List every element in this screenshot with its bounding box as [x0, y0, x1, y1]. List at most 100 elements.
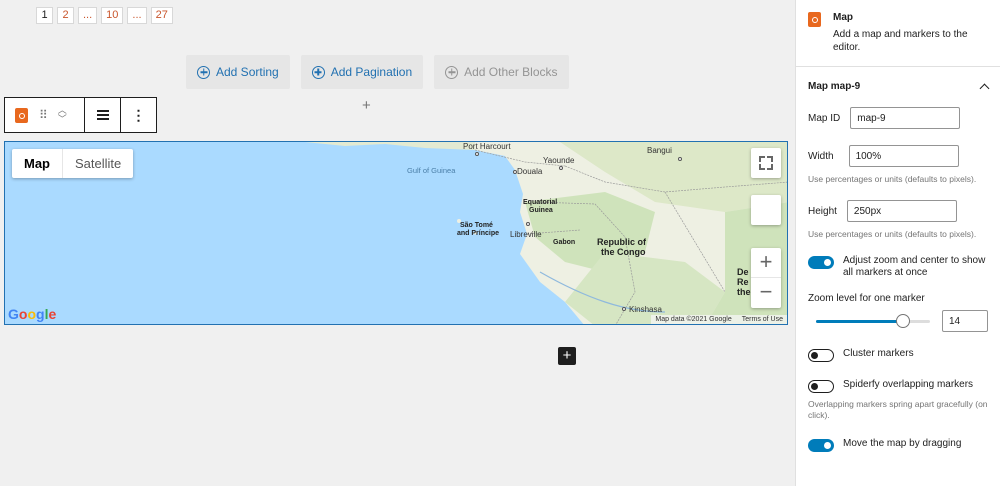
zoom-control: + −: [751, 248, 781, 308]
city-marker: [622, 307, 626, 311]
map-type-control: Map Satellite: [12, 149, 134, 178]
terms-of-use-link[interactable]: Terms of Use: [742, 316, 783, 323]
add-other-blocks-label: Add Other Blocks: [464, 65, 558, 79]
google-logo: Google: [8, 306, 57, 322]
height-label: Height: [808, 205, 837, 217]
zoom-level-label: Zoom level for one marker: [808, 293, 925, 304]
width-row: Width: [796, 145, 1000, 167]
adjust-zoom-label: Adjust zoom and center to show all marke…: [843, 255, 986, 278]
map-label-republic-of-the-congo: Republic of the Congo: [597, 237, 646, 257]
add-pagination-label: Add Pagination: [330, 65, 413, 79]
block-appender-plus-icon[interactable]: +: [362, 97, 371, 114]
height-help: Use percentages or units (defaults to pi…: [808, 229, 977, 239]
page-ellipsis: ...: [127, 7, 147, 24]
map-label-bangui: Bangui: [647, 146, 672, 155]
add-sorting-button[interactable]: Add Sorting: [186, 55, 290, 89]
map-label-yaounde: Yaounde: [543, 156, 575, 165]
map-id-input[interactable]: [850, 107, 961, 129]
block-toolbar-group: ⠿ ︿ ﹀: [5, 98, 85, 132]
plus-circle-icon: [445, 65, 459, 79]
map-label-equatorial-guinea: Equatorial Guinea: [523, 199, 558, 214]
block-title: Map: [833, 12, 853, 23]
map-label-libreville: Libreville: [510, 230, 542, 239]
fullscreen-button[interactable]: [751, 148, 781, 178]
map-block-icon[interactable]: [15, 107, 28, 123]
map-block-icon: [808, 12, 821, 27]
map-label-drc: De Re the: [737, 267, 751, 297]
width-help: Use percentages or units (defaults to pi…: [808, 174, 977, 184]
width-input[interactable]: [848, 145, 959, 167]
map-type-satellite-button[interactable]: Satellite: [63, 149, 133, 178]
map-view[interactable]: Port Harcourt Bangui Yaounde Gulf of Gui…: [4, 141, 788, 325]
block-card: Map Add a map and markers to the editor.: [796, 0, 1000, 67]
panel-title: Map map-9: [808, 80, 861, 92]
width-label: Width: [808, 150, 834, 162]
move-down-icon[interactable]: ﹀: [58, 115, 67, 124]
editor-canvas: 1 2 ... 10 ... 27 Add Sorting Add Pagina…: [0, 0, 795, 486]
drag-map-label: Move the map by dragging: [843, 438, 962, 449]
map-attribution: Map data ©2021 Google Terms of Use: [651, 315, 787, 324]
adjust-zoom-row: Adjust zoom and center to show all marke…: [796, 255, 1000, 279]
pagination: 1 2 ... 10 ... 27: [36, 7, 173, 24]
block-mover: ︿ ﹀: [58, 106, 67, 124]
map-id-label: Map ID: [808, 112, 841, 124]
city-marker: [526, 222, 530, 226]
page-link-27[interactable]: 27: [150, 7, 173, 24]
map-type-map-button[interactable]: Map: [12, 149, 63, 178]
zoom-slider-fill: [816, 319, 903, 323]
spiderfy-help: Overlapping markers spring apart gracefu…: [808, 399, 988, 420]
page-link-1[interactable]: 1: [36, 7, 53, 24]
block-buttons: Add Sorting Add Pagination Add Other Blo…: [186, 55, 569, 89]
city-marker: [513, 170, 517, 174]
cluster-markers-toggle[interactable]: [808, 349, 834, 362]
map-label-gulf-of-guinea: Gulf of Guinea: [407, 166, 456, 175]
add-sorting-label: Add Sorting: [216, 65, 279, 79]
city-marker: [678, 157, 682, 161]
spiderfy-toggle[interactable]: [808, 380, 834, 393]
align-icon: [96, 110, 109, 120]
drag-row: Move the map by dragging: [796, 438, 1000, 452]
cluster-row: Cluster markers: [796, 348, 1000, 362]
align-button[interactable]: [85, 98, 121, 132]
block-toolbar: ⠿ ︿ ﹀ ⋮: [4, 97, 157, 133]
add-other-blocks-button[interactable]: Add Other Blocks: [434, 55, 569, 89]
map-data-credit: Map data ©2021 Google: [655, 316, 732, 323]
zoom-in-button[interactable]: +: [751, 248, 781, 278]
drag-handle-icon[interactable]: ⠿: [39, 108, 48, 122]
block-description: Add a map and markers to the editor.: [833, 29, 968, 53]
fullscreen-icon: [759, 156, 765, 162]
spiderfy-row: Spiderfy overlapping markers: [796, 379, 1000, 393]
spiderfy-label: Spiderfy overlapping markers: [843, 379, 974, 390]
more-options-button[interactable]: ⋮: [121, 98, 156, 132]
city-marker: [475, 152, 479, 156]
page-ellipsis: ...: [78, 7, 98, 24]
height-row: Height: [796, 200, 1000, 222]
map-label-sao-tome: São Tomé and Príncipe: [457, 222, 500, 237]
map-settings-panel-toggle[interactable]: Map map-9: [796, 69, 1000, 103]
cluster-markers-label: Cluster markers: [843, 348, 914, 359]
map-id-row: Map ID: [796, 107, 1000, 129]
street-view-control[interactable]: [751, 195, 781, 225]
plus-circle-icon: [197, 65, 210, 79]
map-label-gabon: Gabon: [553, 239, 576, 246]
map-label-port-harcourt: Port Harcourt: [463, 142, 511, 151]
map-label-kinshasa: Kinshasa: [629, 305, 662, 314]
zoom-out-button[interactable]: −: [751, 278, 781, 308]
zoom-level-slider[interactable]: [816, 313, 930, 328]
block-settings-sidebar: Map Add a map and markers to the editor.…: [795, 0, 1000, 486]
zoom-level-input[interactable]: [942, 310, 988, 332]
chevron-up-icon: [979, 83, 990, 93]
city-marker: [559, 166, 563, 170]
map-label-douala: Douala: [517, 167, 543, 176]
plus-circle-icon: [311, 65, 325, 79]
adjust-zoom-toggle[interactable]: [808, 256, 834, 269]
zoom-slider-thumb[interactable]: [895, 313, 910, 328]
page-link-2[interactable]: 2: [57, 7, 74, 24]
zoom-level-row: [796, 310, 1000, 332]
height-input[interactable]: [846, 200, 957, 222]
more-vertical-icon: ⋮: [131, 106, 146, 123]
add-pagination-button[interactable]: Add Pagination: [300, 55, 424, 89]
page-link-10[interactable]: 10: [101, 7, 124, 24]
block-inserter-button[interactable]: +: [558, 347, 576, 365]
drag-map-toggle[interactable]: [808, 439, 834, 452]
